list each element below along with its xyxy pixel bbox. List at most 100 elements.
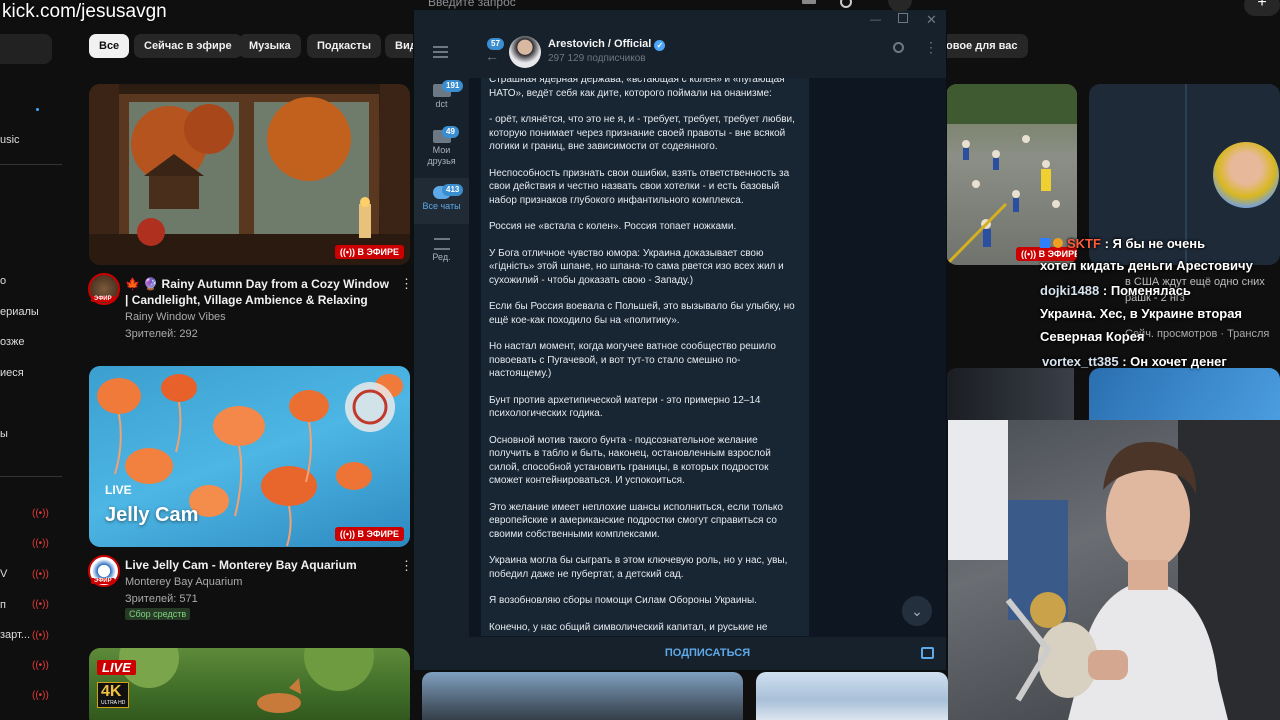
subscribe-bar: ПОДПИСАТЬСЯ [469, 637, 946, 670]
hamburger-menu-icon[interactable] [433, 46, 448, 58]
channel-name[interactable]: Arestovich / Official ✓ [548, 38, 666, 51]
live-icon: ((•)) [32, 538, 49, 549]
viewer-count: Зрителей: 571 [125, 593, 198, 605]
more-options-icon[interactable]: ⋮ [400, 276, 413, 292]
rainy-window-scene [89, 84, 410, 265]
telegram-search-input[interactable]: Введите запрос [428, 0, 516, 9]
sidebar-item[interactable]: usic [0, 134, 20, 146]
more-options-icon[interactable]: ⋮ [400, 558, 413, 574]
search-icon[interactable] [893, 42, 904, 53]
gift-icon[interactable] [921, 647, 934, 659]
sidebar-item[interactable]: ы [0, 428, 8, 440]
sidebar-item[interactable]: п [0, 599, 6, 611]
channel-name[interactable]: Monterey Bay Aquarium [125, 576, 242, 588]
sidebar-dot [36, 108, 39, 111]
sidebar-item[interactable]: V [0, 568, 7, 580]
chat-username: SKTF [1067, 236, 1101, 251]
live-icon: ((•)) [32, 660, 49, 671]
telegram-folder-bar: dct 191 Мои друзья 49 Все чаты 413 Ред. [414, 36, 469, 670]
chip-new-for-you[interactable]: овое для вас [946, 34, 1028, 58]
video-thumbnail-snow[interactable] [756, 672, 948, 720]
chat-username: vortex_tt385 [1042, 354, 1119, 369]
window-close-button[interactable]: ✕ [926, 12, 937, 28]
folder-edit[interactable]: Ред. [414, 234, 469, 270]
back-unread-badge: 57 [487, 38, 504, 50]
sidebar-divider [0, 164, 62, 165]
webcam-scene [948, 420, 1280, 720]
thumb-live-label: LIVE [105, 483, 132, 497]
unread-badge: 413 [442, 184, 464, 196]
chip-podcasts[interactable]: Подкасты [307, 34, 381, 58]
create-button[interactable]: + [1244, 0, 1280, 16]
message-paragraph: Конечно, у нас общий символический капит… [489, 621, 768, 633]
folder-dct[interactable]: dct 191 [414, 80, 469, 116]
scroll-down-button[interactable]: ⌄ [902, 596, 932, 626]
message-paragraph: Я возобновляю сборы помощи Силам Обороны… [489, 595, 757, 606]
chip-video[interactable]: Вид [385, 34, 414, 58]
subscriber-count: 297 129 подписчиков [548, 53, 646, 64]
subscribe-button[interactable]: ПОДПИСАТЬСЯ [469, 647, 946, 659]
verified-icon: ✓ [654, 40, 666, 51]
video-title[interactable]: 🍁 🔮 Rainy Autumn Day from a Cozy Window … [125, 276, 393, 308]
window-minimize-button[interactable]: — [870, 14, 881, 26]
channel-name[interactable]: Rainy Window Vibes [125, 311, 226, 323]
folder-my-friends[interactable]: Мои друзья 49 [414, 126, 469, 170]
sidebar-item[interactable]: иеся [0, 367, 24, 379]
fox-scene [119, 648, 374, 713]
thumb-live-label: LIVE [97, 660, 136, 675]
unread-badge: 49 [442, 126, 459, 138]
live-icon: ((•)) [32, 569, 49, 580]
folder-all-chats[interactable]: Все чаты 413 [414, 178, 469, 224]
sidebar-search-box[interactable] [0, 34, 52, 64]
back-arrow-icon[interactable]: ← [485, 48, 499, 64]
keyboard-icon[interactable] [802, 0, 816, 4]
chat-badge-icon [1053, 238, 1063, 248]
message-paragraph: - орёт, клянётся, что это не я, и - треб… [489, 114, 795, 152]
folder-label: Все чаты [422, 201, 461, 211]
sliders-icon [433, 238, 450, 250]
message-paragraph: Но настал момент, когда могучее ватное с… [489, 341, 776, 379]
telegram-window: — ✕ dct 191 Мои друзья 49 Все чаты 413 Р… [414, 10, 946, 670]
channel-message-bubble: Страшная ядерная держава, «встающая с ко… [481, 68, 809, 636]
sidebar-item[interactable]: о [0, 275, 6, 287]
sidebar-item[interactable]: озже [0, 336, 25, 348]
folder-label: Мои друзья [427, 145, 456, 166]
live-badge: ((•)) В ЭФИРЕ [334, 245, 404, 259]
stream-url-overlay: kick.com/jesusavgn [2, 1, 167, 22]
folder-label: dct [435, 99, 448, 109]
search-icon[interactable] [840, 0, 852, 8]
telegram-titlebar: — ✕ [414, 10, 946, 36]
chip-all[interactable]: Все [89, 34, 130, 58]
live-icon: ((•)) [32, 630, 49, 641]
chat-username: dojki1488 [1040, 283, 1100, 298]
folder-label: Ред. [432, 252, 451, 262]
window-maximize-button[interactable] [898, 13, 908, 23]
avatar-live-tag: ЭФИР [91, 578, 115, 584]
video-thumbnail-city[interactable] [422, 672, 743, 720]
video-thumbnail-jelly[interactable]: LIVE Jelly Cam ((•)) В ЭФИРЕ [89, 366, 410, 547]
chat-badge-icon [1040, 238, 1050, 248]
message-paragraph: У Бога отличное чувство юмора: Украина д… [489, 247, 784, 286]
sidebar-item[interactable]: ериалы [0, 306, 39, 318]
video-thumbnail-rainy[interactable]: ((•)) В ЭФИРЕ [89, 84, 410, 265]
message-paragraph: Это желание имеет неплохие шансы исполни… [489, 501, 783, 540]
chat-text: : Поменялась [1099, 283, 1191, 298]
message-paragraph: Основной мотив такого бунта - подсознате… [489, 434, 771, 487]
chip-music[interactable]: Музыка [239, 34, 301, 58]
more-options-icon[interactable]: ⋮ [924, 39, 938, 56]
message-paragraph: Бунт против архетипической матери - это … [489, 394, 761, 420]
youtube-sidebar: usic о ериалы озже иеся ы V п зарт... ((… [0, 24, 70, 720]
channel-header: ← 57 Arestovich / Official ✓ 297 129 под… [469, 36, 946, 78]
channel-name-text: Arestovich / Official [548, 38, 652, 50]
channel-avatar[interactable] [509, 36, 541, 68]
sidebar-item[interactable]: зарт... [0, 629, 30, 641]
stream-chat-overlay: SKTF : Я бы не очень хотел кидать деньги… [1036, 236, 1280, 376]
streamer-webcam [948, 420, 1280, 720]
video-title[interactable]: Live Jelly Cam - Monterey Bay Aquarium [125, 557, 393, 573]
live-badge: ((•)) В ЭФИРЕ [334, 527, 404, 541]
unread-badge: 191 [442, 80, 464, 92]
chip-live-now[interactable]: Сейчас в эфире [134, 34, 242, 58]
chat-text: : Он хочет денег [1118, 354, 1227, 369]
message-paragraph: Неспособность признать свои ошибки, взят… [489, 167, 790, 206]
video-thumbnail-forest[interactable]: LIVE 4K ULTRA HD [89, 648, 410, 720]
